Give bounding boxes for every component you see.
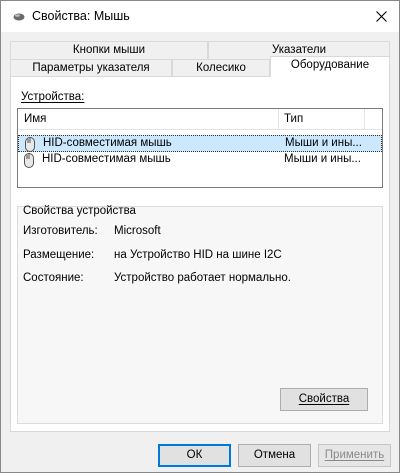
location-value: на Устройство HID на шине I2C <box>114 249 282 261</box>
device-properties-button[interactable]: Свойства <box>280 388 368 411</box>
device-list-header: Имя Тип <box>18 109 382 130</box>
button-label: Свойства <box>298 393 350 405</box>
tab-pointer-options[interactable]: Параметры указателя <box>10 59 172 77</box>
device-list[interactable]: Имя Тип HID-совместимая мышь Мыши и ины.… <box>17 108 383 188</box>
button-label: Применить <box>324 449 385 461</box>
mouse-app-icon <box>13 13 25 21</box>
mouse-properties-dialog: Свойства: Мышь Кнопки мыши Указатели Пар… <box>0 0 400 473</box>
devices-label-text: Устройства: <box>21 91 85 103</box>
column-separator[interactable] <box>278 109 279 130</box>
manufacturer-value: Microsoft <box>114 225 161 237</box>
tab-mouse-buttons[interactable]: Кнопки мыши <box>10 41 208 59</box>
close-icon <box>375 11 387 22</box>
mouse-icon <box>24 153 34 168</box>
status-label: Состояние: <box>23 272 84 284</box>
cancel-button[interactable]: Отмена <box>238 444 311 467</box>
tab-label: Оборудование <box>290 59 370 71</box>
device-properties-group: Свойства устройства Изготовитель: Micros… <box>17 205 383 424</box>
button-label: Отмена <box>253 449 296 461</box>
tab-label: Указатели <box>271 44 327 56</box>
tab-wheel[interactable]: Колесико <box>172 59 270 77</box>
devices-label: Устройства: <box>21 91 85 103</box>
tab-label: Колесико <box>196 62 246 74</box>
close-button[interactable] <box>363 1 399 32</box>
apply-button[interactable]: Применить <box>318 444 391 467</box>
device-type: Мыши и ины... <box>285 137 362 149</box>
device-row[interactable]: HID-совместимая мышь Мыши и ины... <box>18 152 382 169</box>
manufacturer-label: Изготовитель: <box>23 225 98 237</box>
device-name: HID-совместимая мышь <box>43 137 172 149</box>
column-name-header[interactable]: Имя <box>24 113 46 125</box>
device-name: HID-совместимая мышь <box>42 153 171 165</box>
status-value: Устройство работает нормально. <box>114 272 291 284</box>
title-bar: Свойства: Мышь <box>1 1 399 32</box>
button-label: ОК <box>186 449 203 461</box>
tab-hardware[interactable]: Оборудование <box>270 56 390 77</box>
devices-divider <box>17 98 383 99</box>
window-title: Свойства: Мышь <box>32 9 130 23</box>
device-row[interactable]: HID-совместимая мышь Мыши и ины... <box>18 135 382 152</box>
column-type-header[interactable]: Тип <box>284 113 303 125</box>
location-label: Размещение: <box>23 249 95 261</box>
ok-button[interactable]: ОК <box>158 444 231 467</box>
tab-label: Параметры указателя <box>32 62 150 74</box>
column-separator[interactable] <box>364 109 365 130</box>
tab-label: Кнопки мыши <box>72 44 146 56</box>
device-type: Мыши и ины... <box>284 153 361 165</box>
device-properties-label: Свойства устройства <box>23 205 136 217</box>
mouse-icon <box>25 137 35 152</box>
